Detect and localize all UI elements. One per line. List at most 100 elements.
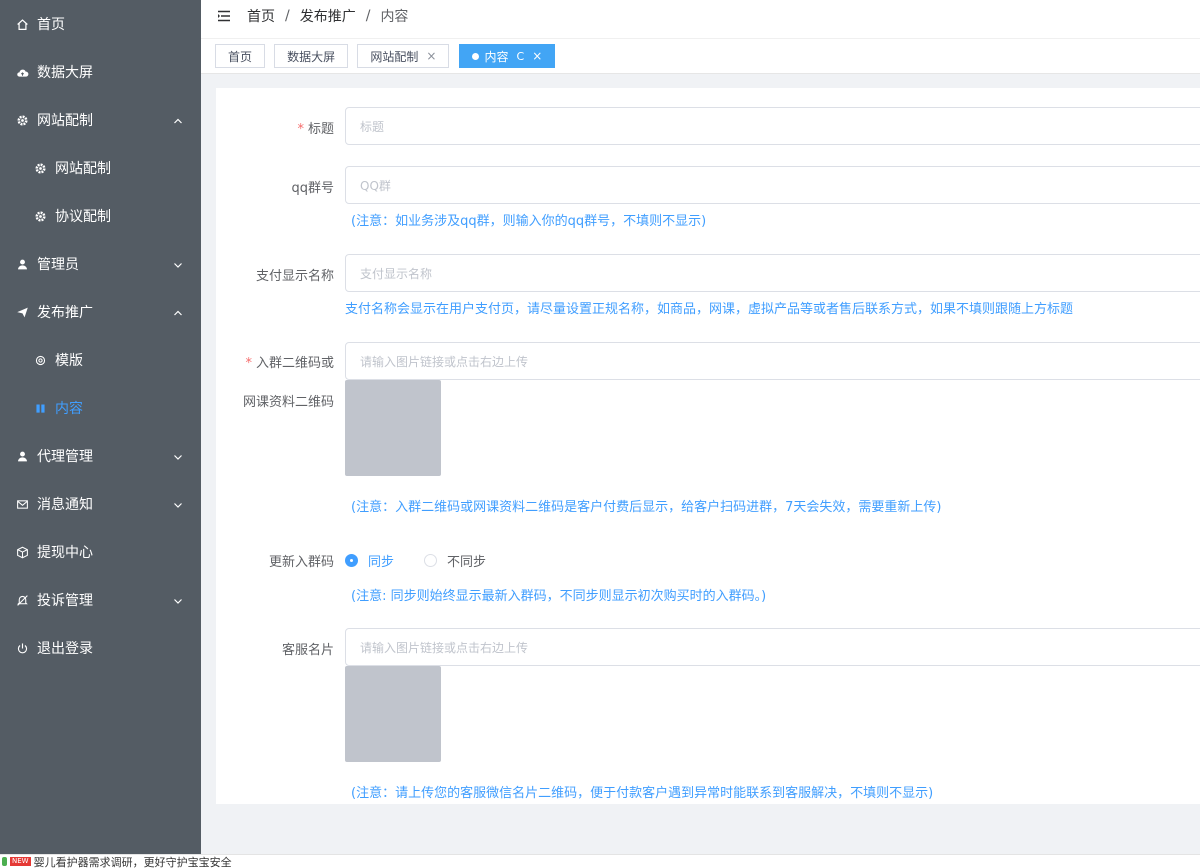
home-icon — [15, 17, 29, 31]
sidebar-item-label: 模版 — [55, 353, 83, 369]
breadcrumb: 首页 / 发布推广 / 内容 — [247, 6, 408, 26]
qq-placeholder: QQ群 — [360, 178, 391, 193]
tag-content[interactable]: 内容 C × — [458, 44, 556, 68]
gear-icon — [33, 161, 47, 175]
cube-icon — [15, 545, 29, 559]
radio-unchecked-icon — [424, 554, 437, 567]
close-icon[interactable]: × — [532, 49, 542, 63]
update-hint: (注意: 同步则始终显示最新入群码，不同步则显示初次购买时的入群码。) — [351, 589, 767, 604]
radio-nosync[interactable]: 不同步 — [424, 551, 486, 570]
user-icon — [15, 257, 29, 271]
sidebar-item-site-config-group[interactable]: 网站配制 — [0, 96, 201, 144]
chevron-down-icon — [173, 451, 183, 461]
pay-name-input[interactable]: 支付显示名称 — [345, 254, 1200, 292]
gear-icon — [33, 209, 47, 223]
leaf-icon — [2, 857, 7, 866]
card-url-input[interactable]: 请输入图片链接或点击右边上传 — [345, 628, 1200, 666]
tag-label: 数据大屏 — [287, 49, 336, 64]
app-root: 首页 数据大屏 网站配制 网站配制 协议配制 管理员 发布推广 模版 内容 代理… — [0, 0, 1200, 868]
card-placeholder: 请输入图片链接或点击右边上传 — [360, 640, 529, 655]
tag-data-screen[interactable]: 数据大屏 — [274, 44, 349, 68]
radio-sync[interactable]: 同步 — [345, 551, 394, 570]
qrcode-url-input[interactable]: 请输入图片链接或点击右边上传 — [345, 342, 1200, 380]
status-news-text[interactable]: 婴儿看护器需求调研，更好守护宝宝安全 — [34, 855, 232, 868]
qrcode-label: * 入群二维码或 — [245, 352, 334, 371]
qrcode-image-preview[interactable] — [345, 380, 441, 476]
breadcrumb-item-home[interactable]: 首页 — [247, 6, 275, 26]
active-dot-icon — [471, 52, 479, 60]
title-label-text: 标题 — [307, 122, 334, 137]
hamburger-icon[interactable] — [217, 9, 231, 23]
sidebar-item-label: 内容 — [55, 401, 83, 417]
sidebar-item-label: 网站配制 — [37, 113, 93, 129]
sidebar-item-label: 数据大屏 — [37, 65, 93, 81]
sidebar-item-logout[interactable]: 退出登录 — [0, 624, 201, 672]
qq-input[interactable]: QQ群 — [345, 166, 1200, 204]
sidebar-item-withdraw[interactable]: 提现中心 — [0, 528, 201, 576]
chevron-up-icon — [173, 115, 183, 125]
bell-off-icon — [15, 593, 29, 607]
update-label: 更新入群码 — [268, 555, 334, 570]
breadcrumb-item-content: 内容 — [380, 9, 409, 25]
top-header: 首页 / 发布推广 / 内容 — [201, 0, 1200, 32]
tag-label: 首页 — [228, 49, 253, 64]
sidebar-item-agent[interactable]: 代理管理 — [0, 432, 201, 480]
chevron-down-icon — [173, 595, 183, 605]
sidebar-item-label: 提现中心 — [37, 545, 93, 561]
sidebar-item-admin[interactable]: 管理员 — [0, 240, 201, 288]
sidebar-item-label: 协议配制 — [55, 209, 111, 225]
sidebar-item-label: 消息通知 — [37, 497, 93, 513]
sidebar-item-label: 退出登录 — [37, 641, 93, 657]
book-icon — [33, 401, 47, 415]
tag-label: 网站配制 — [370, 49, 419, 64]
settings-outline-icon — [33, 353, 47, 367]
qrcode-label-line2: 网课资料二维码 — [242, 395, 334, 410]
qq-hint: (注意：如业务涉及qq群，则输入你的qq群号，不填则不显示) — [351, 214, 707, 229]
sidebar: 首页 数据大屏 网站配制 网站配制 协议配制 管理员 发布推广 模版 内容 代理… — [0, 0, 201, 854]
tags-bar: 首页 数据大屏 网站配制 × 内容 C × — [201, 38, 1200, 74]
tag-label: 内容 — [484, 49, 509, 64]
tag-site-config[interactable]: 网站配制 × — [357, 44, 450, 68]
sidebar-item-label: 首页 — [37, 17, 65, 33]
browser-status-bar: NEW 婴儿看护器需求调研，更好守护宝宝安全 — [0, 854, 1200, 868]
cloud-upload-icon — [15, 65, 29, 79]
tag-home[interactable]: 首页 — [215, 44, 266, 68]
title-label: * 标题 — [297, 118, 334, 137]
sidebar-item-site-config[interactable]: 网站配制 — [0, 144, 201, 192]
sidebar-item-data-screen[interactable]: 数据大屏 — [0, 48, 201, 96]
required-asterisk: * — [297, 122, 304, 137]
sidebar-item-label: 网站配制 — [55, 161, 111, 177]
breadcrumb-separator: / — [365, 8, 371, 24]
sidebar-item-template[interactable]: 模版 — [0, 336, 201, 384]
chevron-down-icon — [173, 259, 183, 269]
refresh-icon[interactable]: C — [517, 50, 525, 63]
pay-name-placeholder: 支付显示名称 — [360, 266, 433, 281]
sidebar-item-content[interactable]: 内容 — [0, 384, 201, 432]
title-input[interactable]: 标题 — [345, 107, 1200, 145]
qrcode-label-line1: 入群二维码或 — [255, 356, 334, 371]
breadcrumb-item-promotion[interactable]: 发布推广 — [300, 6, 356, 26]
radio-sync-label: 同步 — [368, 555, 395, 570]
sidebar-item-label: 发布推广 — [37, 305, 93, 321]
sidebar-item-promotion-group[interactable]: 发布推广 — [0, 288, 201, 336]
qrcode-placeholder: 请输入图片链接或点击右边上传 — [360, 354, 529, 369]
mail-icon — [15, 497, 29, 511]
close-icon[interactable]: × — [426, 49, 436, 63]
card-label: 客服名片 — [281, 643, 334, 658]
new-badge: NEW — [10, 857, 31, 866]
sidebar-item-messages[interactable]: 消息通知 — [0, 480, 201, 528]
sidebar-item-protocol-config[interactable]: 协议配制 — [0, 192, 201, 240]
sidebar-item-label: 代理管理 — [37, 449, 93, 465]
send-icon — [15, 305, 29, 319]
required-asterisk: * — [245, 356, 252, 371]
user-icon — [15, 449, 29, 463]
qq-label: qq群号 — [291, 181, 334, 196]
pay-name-hint: 支付名称会显示在用户支付页，请尽量设置正规名称，如商品，网课，虚拟产品等或者售后… — [345, 302, 1074, 317]
sidebar-item-complaints[interactable]: 投诉管理 — [0, 576, 201, 624]
power-icon — [15, 641, 29, 655]
gear-icon — [15, 113, 29, 127]
card-image-preview[interactable] — [345, 666, 441, 762]
sidebar-item-home[interactable]: 首页 — [0, 0, 201, 48]
breadcrumb-separator: / — [285, 8, 290, 24]
radio-checked-icon — [345, 554, 358, 567]
